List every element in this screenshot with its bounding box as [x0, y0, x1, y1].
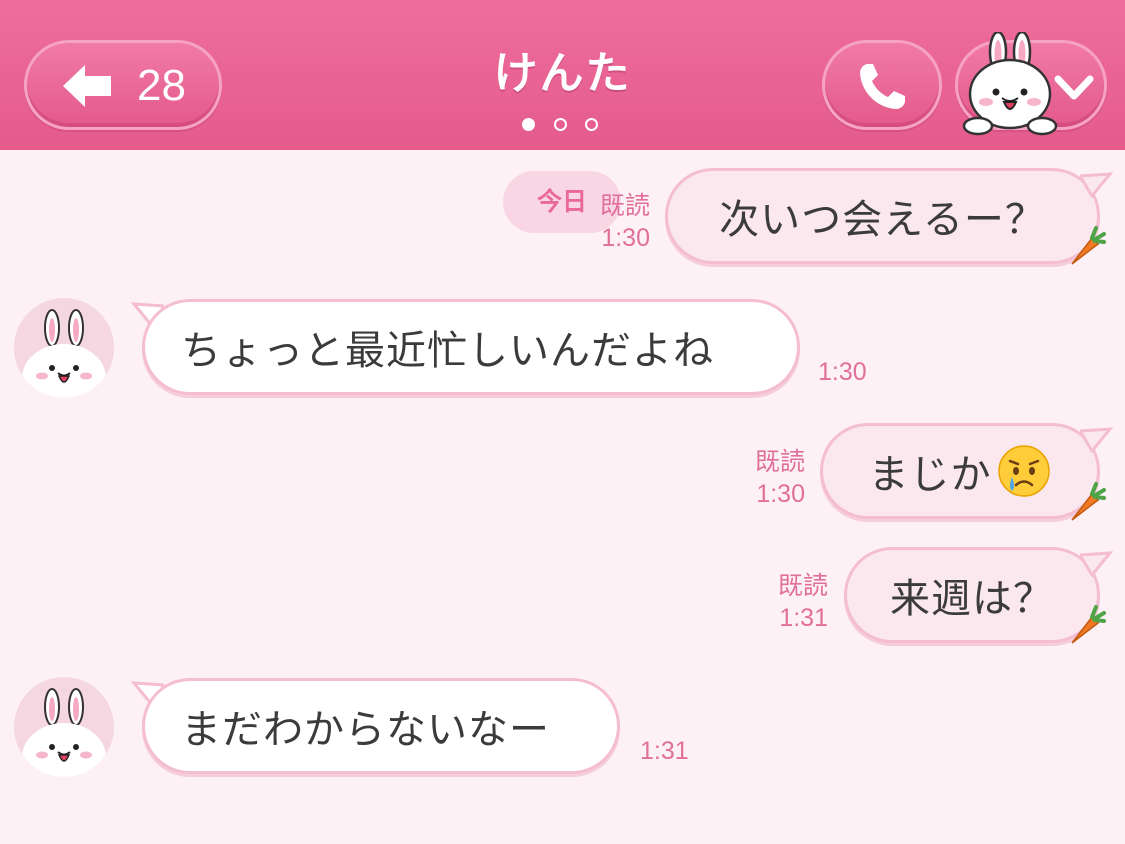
carrot-icon: [1071, 605, 1106, 644]
phone-icon: [860, 64, 905, 109]
page-dot[interactable]: [585, 118, 598, 131]
message-time: 1:31: [779, 604, 828, 632]
carrot-icon: [1071, 226, 1106, 265]
bunny-avatar-icon: [22, 309, 106, 398]
bubble-tail: [1080, 172, 1114, 198]
message-time: 1:30: [601, 224, 650, 252]
message-time: 1:30: [818, 358, 867, 386]
bubble-tail: [1080, 427, 1114, 453]
message-meta: 既読 1:30: [735, 446, 805, 510]
page-indicator: [522, 118, 602, 134]
contact-avatar[interactable]: [14, 298, 114, 398]
message-text: まだわからないなー: [181, 707, 550, 753]
message-text: 次いつ会えるー？: [719, 197, 1046, 243]
page-dot[interactable]: [522, 118, 535, 131]
call-button[interactable]: [822, 40, 942, 130]
message-bubble-received[interactable]: ちょっと最近忙しいんだよね: [142, 299, 800, 395]
message-bubble-sent[interactable]: まじか: [820, 423, 1100, 519]
crying-face-icon: [997, 445, 1050, 497]
read-receipt: 既読: [754, 448, 805, 476]
read-receipt: 既読: [599, 192, 650, 220]
message-bubble-sent[interactable]: 来週は？: [844, 547, 1100, 643]
message-bubble-received[interactable]: まだわからないなー: [142, 678, 620, 774]
read-receipt: 既読: [777, 572, 828, 600]
message-text: まじか: [868, 452, 992, 498]
contact-avatar[interactable]: [14, 677, 114, 777]
message-text: ちょっと最近忙しいんだよね: [181, 328, 714, 374]
message-text: 来週は？: [890, 576, 1054, 622]
message-list[interactable]: 今日 既読 1:30 次いつ会えるー？ ちょっと最近忙しいんだよね 1:30 既…: [0, 150, 1125, 844]
chat-header: 28 けんた: [0, 0, 1125, 150]
carrot-icon: [1071, 482, 1106, 521]
chevron-down-icon: [1054, 75, 1094, 100]
bubble-tail: [1080, 551, 1114, 577]
message-meta: 既読 1:30: [580, 190, 650, 254]
bunny-mascot-icon: [962, 32, 1058, 136]
message-bubble-sent[interactable]: 次いつ会えるー？: [665, 168, 1100, 264]
page-dot[interactable]: [554, 118, 567, 131]
message-time: 1:30: [756, 480, 805, 508]
bunny-avatar-icon: [22, 688, 106, 777]
message-time: 1:31: [640, 737, 689, 765]
message-meta: 既読 1:31: [758, 570, 828, 634]
